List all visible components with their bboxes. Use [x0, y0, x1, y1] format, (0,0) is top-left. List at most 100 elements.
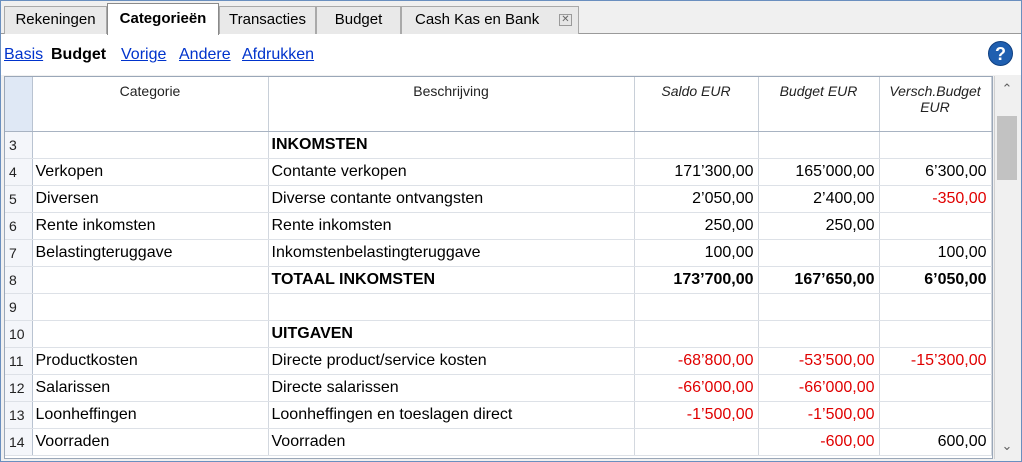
- row-number[interactable]: 12: [5, 374, 33, 402]
- table-row[interactable]: 13 Loonheffingen Loonheffingen en toeslage…: [5, 401, 992, 429]
- link-afdrukken[interactable]: Afdrukken: [242, 46, 314, 64]
- cell-versch[interactable]: [879, 401, 992, 429]
- row-number[interactable]: 5: [5, 185, 33, 213]
- row-number[interactable]: 3: [5, 131, 33, 159]
- cell-versch[interactable]: -350,00: [879, 185, 992, 213]
- cell-budget[interactable]: 2’400,00: [758, 185, 880, 213]
- cell-beschrijving[interactable]: Voorraden: [268, 428, 635, 456]
- cell-saldo[interactable]: [634, 428, 759, 456]
- cell-beschrijving[interactable]: Contante verkopen: [268, 158, 635, 186]
- row-number[interactable]: 7: [5, 239, 33, 267]
- table-row[interactable]: 9: [5, 293, 992, 321]
- tab-cash-kas-en-bank[interactable]: Cash Kas en Bank ✕: [401, 6, 579, 34]
- table-row[interactable]: 10 UITGAVEN: [5, 320, 992, 348]
- cell-versch[interactable]: 600,00: [879, 428, 992, 456]
- table-row[interactable]: 6 Rente inkomsten Rente inkomsten 250,00 250…: [5, 212, 992, 240]
- cell-beschrijving[interactable]: Diverse contante ontvangsten: [268, 185, 635, 213]
- cell-budget[interactable]: -1’500,00: [758, 401, 880, 429]
- cell-saldo[interactable]: [634, 320, 759, 348]
- cell-saldo[interactable]: [634, 131, 759, 159]
- cell-categorie[interactable]: Productkosten: [32, 347, 269, 375]
- cell-budget[interactable]: -66’000,00: [758, 374, 880, 402]
- row-number[interactable]: 4: [5, 158, 33, 186]
- cell-beschrijving[interactable]: UITGAVEN: [268, 320, 635, 348]
- cell-saldo[interactable]: 100,00: [634, 239, 759, 267]
- cell-saldo[interactable]: 173’700,00: [634, 266, 759, 294]
- table-row[interactable]: 4 Verkopen Contante verkopen 171’300,00 165’…: [5, 158, 992, 186]
- cell-budget[interactable]: -53’500,00: [758, 347, 880, 375]
- cell-saldo[interactable]: -1’500,00: [634, 401, 759, 429]
- cell-categorie[interactable]: Belastingteruggave: [32, 239, 269, 267]
- cell-categorie[interactable]: Diversen: [32, 185, 269, 213]
- cell-beschrijving[interactable]: Directe salarissen: [268, 374, 635, 402]
- column-header-categorie[interactable]: Categorie: [32, 77, 269, 132]
- cell-beschrijving[interactable]: [268, 293, 635, 321]
- cell-beschrijving[interactable]: Rente inkomsten: [268, 212, 635, 240]
- cell-budget[interactable]: 250,00: [758, 212, 880, 240]
- link-andere[interactable]: Andere: [179, 46, 231, 64]
- cell-categorie[interactable]: Verkopen: [32, 158, 269, 186]
- cell-beschrijving[interactable]: Loonheffingen en toeslagen direct: [268, 401, 635, 429]
- row-number[interactable]: 13: [5, 401, 33, 429]
- cell-versch[interactable]: [879, 212, 992, 240]
- cell-beschrijving[interactable]: TOTAAL INKOMSTEN: [268, 266, 635, 294]
- cell-saldo[interactable]: 250,00: [634, 212, 759, 240]
- cell-categorie[interactable]: [32, 131, 269, 159]
- cell-versch[interactable]: [879, 131, 992, 159]
- cell-versch[interactable]: [879, 374, 992, 402]
- table-row[interactable]: 8 TOTAAL INKOMSTEN 173’700,00 167’650,00 6’0…: [5, 266, 992, 294]
- row-number[interactable]: 14: [5, 428, 33, 456]
- cell-budget[interactable]: -600,00: [758, 428, 880, 456]
- scroll-down-icon[interactable]: ⌄: [995, 435, 1019, 457]
- vertical-scrollbar[interactable]: ⌃ ⌄: [994, 76, 1019, 459]
- table-row[interactable]: 14 Voorraden Voorraden -600,00 600,00: [5, 428, 992, 456]
- table-row[interactable]: 5 Diversen Diverse contante ontvangsten 2’0…: [5, 185, 992, 213]
- link-basis[interactable]: Basis: [4, 46, 43, 64]
- table-row[interactable]: 3 INKOMSTEN: [5, 131, 992, 159]
- cell-budget[interactable]: [758, 293, 880, 321]
- table-row[interactable]: 12 Salarissen Directe salarissen -66’000,00…: [5, 374, 992, 402]
- row-number[interactable]: 9: [5, 293, 33, 321]
- cell-budget[interactable]: [758, 239, 880, 267]
- cell-categorie[interactable]: Rente inkomsten: [32, 212, 269, 240]
- row-number[interactable]: 11: [5, 347, 33, 375]
- cell-versch[interactable]: 100,00: [879, 239, 992, 267]
- close-icon[interactable]: ✕: [559, 14, 572, 26]
- table-row[interactable]: 11 Productkosten Directe product/service k…: [5, 347, 992, 375]
- cell-saldo[interactable]: 171’300,00: [634, 158, 759, 186]
- cell-versch[interactable]: -15’300,00: [879, 347, 992, 375]
- cell-categorie[interactable]: Salarissen: [32, 374, 269, 402]
- scroll-up-icon[interactable]: ⌃: [995, 78, 1019, 100]
- column-header-versch-budget[interactable]: Versch.Budget EUR: [879, 77, 992, 132]
- cell-versch[interactable]: 6’300,00: [879, 158, 992, 186]
- cell-beschrijving[interactable]: Directe product/service kosten: [268, 347, 635, 375]
- row-number-header[interactable]: [5, 77, 33, 132]
- cell-saldo[interactable]: -66’000,00: [634, 374, 759, 402]
- link-vorige[interactable]: Vorige: [121, 46, 166, 64]
- table-row[interactable]: 7 Belastingteruggave Inkomstenbelastingter…: [5, 239, 992, 267]
- tab-transacties[interactable]: Transacties: [219, 6, 316, 34]
- row-number[interactable]: 8: [5, 266, 33, 294]
- column-header-budget[interactable]: Budget EUR: [758, 77, 880, 132]
- cell-budget[interactable]: 167’650,00: [758, 266, 880, 294]
- tab-budget[interactable]: Budget: [316, 6, 401, 34]
- tab-rekeningen[interactable]: Rekeningen: [4, 6, 107, 34]
- row-number[interactable]: 10: [5, 320, 33, 348]
- cell-categorie[interactable]: Loonheffingen: [32, 401, 269, 429]
- scroll-thumb[interactable]: [997, 116, 1017, 180]
- cell-saldo[interactable]: -68’800,00: [634, 347, 759, 375]
- cell-saldo[interactable]: [634, 293, 759, 321]
- link-budget[interactable]: Budget: [51, 46, 106, 64]
- cell-versch[interactable]: [879, 320, 992, 348]
- cell-budget[interactable]: 165’000,00: [758, 158, 880, 186]
- cell-versch[interactable]: [879, 293, 992, 321]
- column-header-saldo[interactable]: Saldo EUR: [634, 77, 759, 132]
- cell-versch[interactable]: 6’050,00: [879, 266, 992, 294]
- tab-categorieen[interactable]: Categorieën: [107, 3, 219, 35]
- cell-budget[interactable]: [758, 131, 880, 159]
- cell-beschrijving[interactable]: INKOMSTEN: [268, 131, 635, 159]
- column-header-beschrijving[interactable]: Beschrijving: [268, 77, 635, 132]
- cell-budget[interactable]: [758, 320, 880, 348]
- row-number[interactable]: 6: [5, 212, 33, 240]
- cell-categorie[interactable]: Voorraden: [32, 428, 269, 456]
